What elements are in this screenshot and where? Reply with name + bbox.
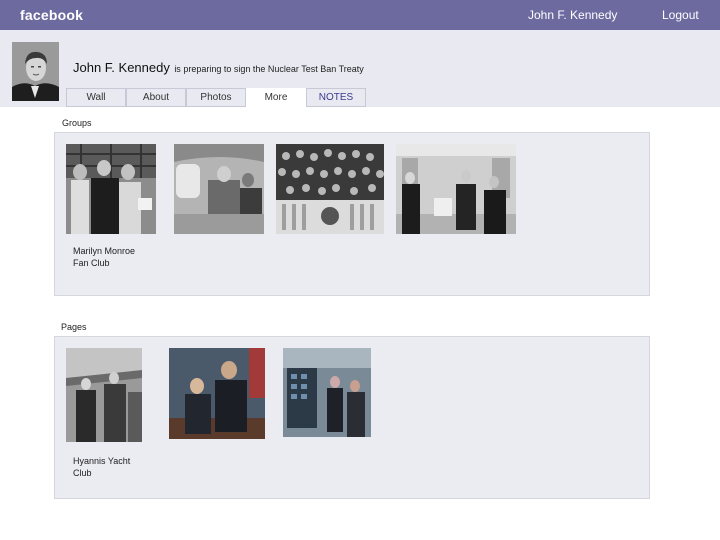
group-caption-1[interactable]: Marilyn Monroe Fan Club bbox=[73, 245, 135, 269]
user-name-link[interactable]: John F. Kennedy bbox=[528, 8, 617, 22]
page-photo-2[interactable] bbox=[169, 348, 265, 439]
page-caption-line-1: Hyannis Yacht bbox=[73, 456, 131, 466]
tab-more[interactable]: More bbox=[246, 88, 306, 107]
tab-about[interactable]: About bbox=[126, 88, 186, 107]
group-caption-line-2: Fan Club bbox=[73, 258, 110, 268]
page-caption-line-2: Club bbox=[73, 468, 92, 478]
top-navigation-bar: facebook John F. Kennedy Logout bbox=[0, 0, 720, 30]
group-photo-2[interactable] bbox=[174, 144, 264, 234]
group-caption-line-1: Marilyn Monroe bbox=[73, 246, 136, 256]
tab-photos[interactable]: Photos bbox=[186, 88, 246, 107]
tab-notes[interactable]: NOTES bbox=[306, 88, 366, 107]
page-photo-3[interactable] bbox=[283, 348, 371, 437]
pages-heading: Pages bbox=[61, 322, 87, 332]
tab-wall[interactable]: Wall bbox=[66, 88, 126, 107]
logout-link[interactable]: Logout bbox=[662, 8, 699, 22]
group-photo-1[interactable] bbox=[66, 144, 156, 234]
profile-tabs: Wall About Photos More NOTES bbox=[66, 88, 366, 107]
groups-heading: Groups bbox=[62, 118, 92, 128]
page-caption-1[interactable]: Hyannis Yacht Club bbox=[73, 455, 130, 479]
facebook-logo[interactable]: facebook bbox=[20, 7, 83, 23]
status-text: is preparing to sign the Nuclear Test Ba… bbox=[174, 64, 364, 74]
profile-picture[interactable] bbox=[12, 42, 59, 101]
status-update: John F. Kennedy is preparing to sign the… bbox=[73, 59, 364, 77]
group-photo-3[interactable] bbox=[276, 144, 384, 234]
profile-name[interactable]: John F. Kennedy bbox=[73, 60, 170, 75]
group-photo-4[interactable] bbox=[396, 144, 516, 234]
page-photo-1[interactable] bbox=[66, 348, 142, 442]
